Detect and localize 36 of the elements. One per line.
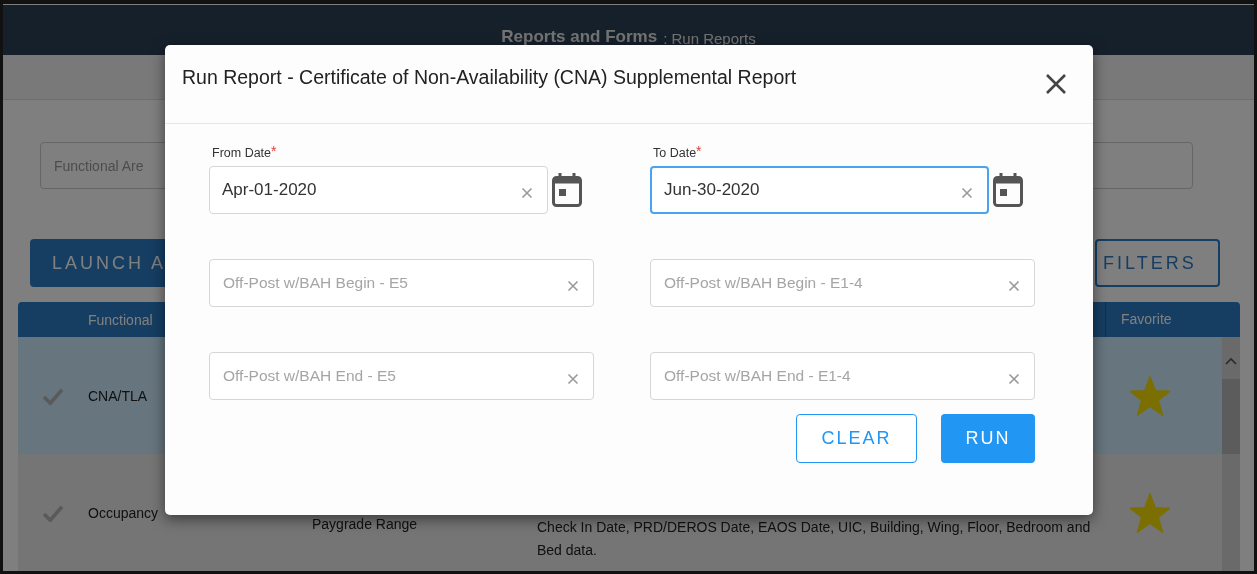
run-button[interactable]: RUN bbox=[941, 414, 1035, 463]
table-cell: CNA/TLA bbox=[88, 387, 148, 404]
table-cell: Occupancy bbox=[88, 504, 159, 521]
scroll-up-icon[interactable] bbox=[1225, 357, 1237, 365]
clear-icon[interactable] bbox=[961, 187, 973, 199]
input-field[interactable]: Off-Post w/BAH Begin - E5 bbox=[209, 259, 594, 307]
calendar-icon[interactable] bbox=[551, 172, 583, 208]
page-subtitle: : Run Reports bbox=[663, 30, 756, 47]
clear-icon[interactable] bbox=[521, 187, 533, 199]
input-field[interactable]: Off-Post w/BAH End - E5 bbox=[209, 352, 594, 400]
required-mark: * bbox=[271, 145, 277, 157]
calendar-icon[interactable] bbox=[992, 172, 1024, 208]
check-icon bbox=[42, 503, 64, 522]
clear-icon[interactable] bbox=[1008, 373, 1020, 385]
clear-icon[interactable] bbox=[567, 373, 579, 385]
page-title: Reports and Forms bbox=[501, 27, 658, 47]
column-header: Functional bbox=[88, 311, 153, 328]
check-icon bbox=[42, 386, 64, 405]
clear-icon[interactable] bbox=[567, 280, 579, 292]
date-field[interactable]: Jun-30-2020 bbox=[650, 166, 989, 214]
star-icon[interactable] bbox=[1130, 375, 1170, 416]
date-field[interactable]: Apr-01-2020 bbox=[209, 166, 548, 214]
star-icon[interactable] bbox=[1130, 492, 1170, 533]
field-label: From Date bbox=[212, 145, 272, 161]
table-cell: Paygrade Range bbox=[312, 516, 418, 532]
input-field[interactable]: Off-Post w/BAH End - E1-4 bbox=[650, 352, 1035, 400]
scrollbar[interactable] bbox=[1222, 337, 1240, 571]
close-icon[interactable] bbox=[1044, 72, 1068, 96]
field-label: To Date bbox=[653, 145, 697, 161]
clear-button[interactable]: CLEAR bbox=[796, 414, 917, 463]
filters-button[interactable]: FILTERS bbox=[1095, 239, 1220, 287]
required-mark: * bbox=[696, 145, 702, 157]
table-cell: Check In Date, PRD/DEROS Date, EAOS Date, UIC, Building, Wing, Floor, Bedroom and Bed data. bbox=[537, 519, 1091, 558]
dialog-title: Run Report - Certificate of Non-Availability (CNA) Supplemental Report bbox=[182, 66, 797, 89]
clear-icon[interactable] bbox=[1008, 280, 1020, 292]
input-field[interactable]: Off-Post w/BAH Begin - E1-4 bbox=[650, 259, 1035, 307]
